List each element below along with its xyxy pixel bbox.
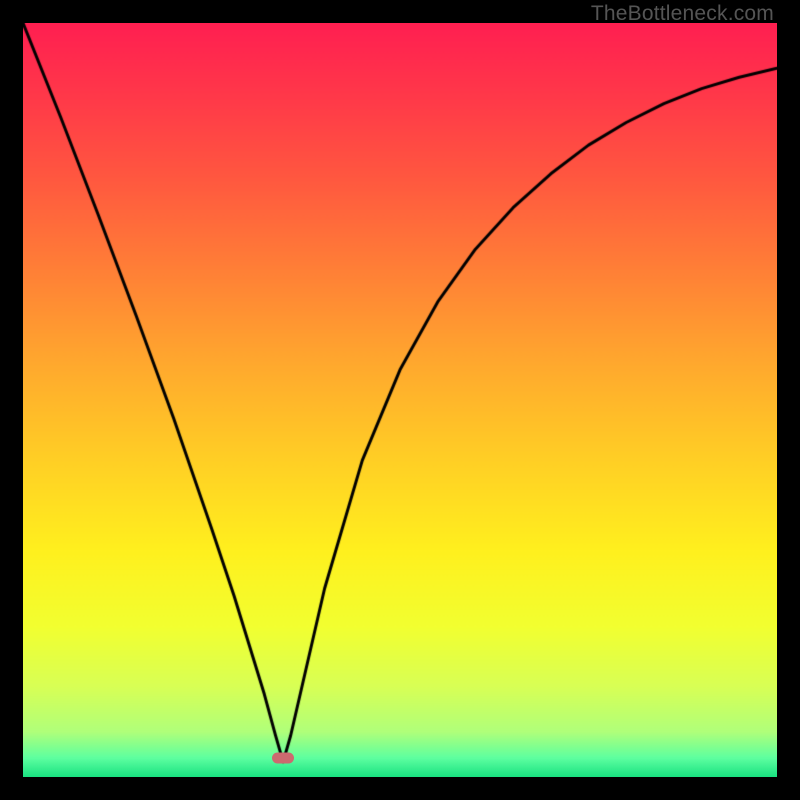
chart-frame [23, 23, 777, 777]
bottleneck-curve [23, 23, 777, 777]
optimal-point-marker [272, 753, 294, 764]
